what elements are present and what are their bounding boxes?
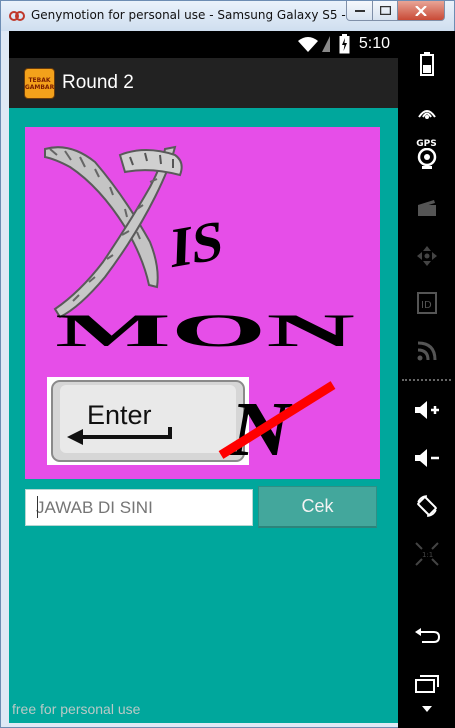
rss-button[interactable] bbox=[398, 336, 455, 366]
signal-icon bbox=[322, 36, 330, 52]
app-icon-text-bottom: GAMBAR bbox=[24, 83, 55, 91]
recent-apps-button[interactable] bbox=[398, 669, 455, 699]
window-titlebar[interactable]: Genymotion for personal use - Samsung Ga… bbox=[1, 1, 454, 31]
x-keris-icon bbox=[44, 145, 183, 319]
rebus-puzzle-image: IS MON Enter N bbox=[25, 127, 380, 479]
status-time: 5:10 bbox=[358, 35, 390, 52]
pixel-perfect-button[interactable]: 1:1 bbox=[398, 539, 455, 569]
device-screen: 5:10 TEBAK GAMBAR Round 2 IS MON Enter J… bbox=[9, 31, 398, 723]
webcam-button[interactable] bbox=[398, 144, 455, 174]
genymotion-logo-icon bbox=[9, 11, 25, 21]
puzzle-word-mon: MON bbox=[55, 304, 355, 356]
battery-icon bbox=[419, 52, 434, 76]
close-icon bbox=[415, 5, 427, 16]
puzzle-word-is: IS bbox=[170, 209, 224, 281]
window-title: Genymotion for personal use - Samsung Ga… bbox=[31, 8, 392, 22]
enter-key-label: Enter bbox=[87, 400, 152, 430]
minimize-icon bbox=[354, 9, 365, 12]
volume-down-icon bbox=[414, 449, 439, 467]
sidebar-separator bbox=[402, 379, 451, 381]
watermark: free for personal use bbox=[12, 701, 141, 717]
battery-button[interactable] bbox=[398, 49, 455, 79]
minimize-button[interactable] bbox=[346, 1, 373, 21]
volume-down-button[interactable] bbox=[398, 443, 455, 473]
cek-button[interactable]: Cek bbox=[258, 486, 377, 528]
gps-button[interactable] bbox=[398, 97, 455, 127]
rebus-puzzle-drawing: IS MON Enter N bbox=[44, 145, 355, 473]
camera-icon bbox=[417, 148, 436, 169]
pixel-perfect-icon: 1:1 bbox=[414, 542, 439, 566]
battery-charging-icon bbox=[339, 34, 350, 54]
status-bar: 5:10 bbox=[9, 31, 398, 58]
back-icon bbox=[414, 628, 440, 643]
svg-text:1:1: 1:1 bbox=[422, 551, 433, 559]
answer-input[interactable] bbox=[25, 489, 253, 526]
enter-key-icon: Enter bbox=[47, 377, 249, 465]
maximize-button[interactable] bbox=[372, 1, 398, 21]
gps-icon bbox=[417, 110, 436, 119]
dpad-icon bbox=[416, 246, 437, 266]
emulator-sidebar: GPS ID 1:1 bbox=[398, 31, 455, 728]
wifi-icon bbox=[298, 37, 318, 52]
action-bar: TEBAK GAMBAR Round 2 bbox=[9, 58, 398, 108]
volume-up-icon bbox=[414, 401, 439, 419]
svg-text:ID: ID bbox=[421, 300, 432, 311]
dpad-button[interactable] bbox=[398, 241, 455, 271]
app-icon[interactable]: TEBAK GAMBAR bbox=[24, 68, 55, 99]
id-button[interactable]: ID bbox=[398, 288, 455, 318]
maximize-icon bbox=[379, 6, 391, 15]
capture-button[interactable] bbox=[398, 193, 455, 223]
back-button[interactable] bbox=[398, 621, 455, 651]
clapperboard-icon bbox=[417, 200, 436, 216]
volume-up-button[interactable] bbox=[398, 395, 455, 425]
recent-apps-icon bbox=[414, 675, 439, 693]
app-icon-text-top: TEBAK bbox=[28, 76, 51, 84]
menu-button[interactable] bbox=[398, 699, 455, 719]
cek-button-label: Cek bbox=[301, 496, 334, 516]
id-icon: ID bbox=[416, 292, 437, 314]
rotate-button[interactable] bbox=[398, 491, 455, 521]
menu-icon bbox=[421, 706, 432, 712]
emulator-window: Genymotion for personal use - Samsung Ga… bbox=[0, 0, 455, 728]
close-button[interactable] bbox=[397, 1, 445, 21]
rss-icon bbox=[417, 341, 436, 361]
text-cursor bbox=[37, 496, 38, 518]
page-title: Round 2 bbox=[62, 72, 134, 93]
rotate-icon bbox=[416, 495, 437, 517]
